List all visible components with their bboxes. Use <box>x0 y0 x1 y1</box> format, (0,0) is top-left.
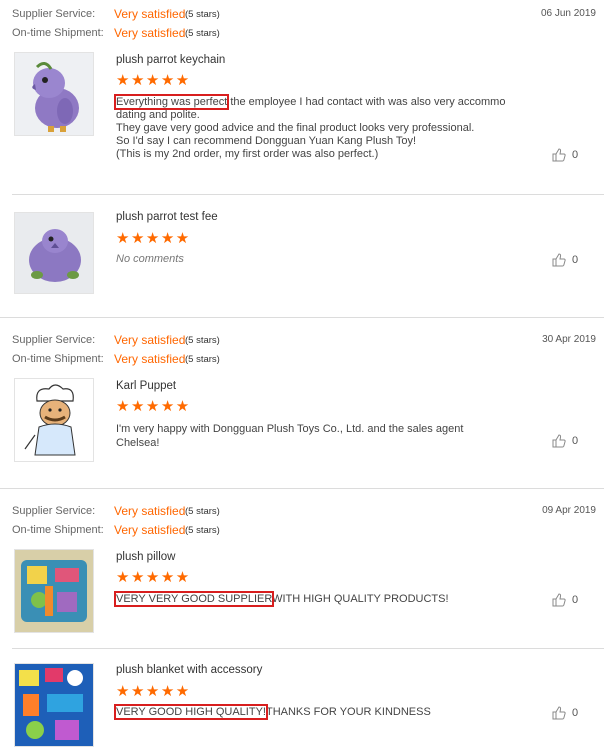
supplier-service-label: Supplier Service: <box>12 334 96 346</box>
like-button[interactable]: 0 <box>552 593 578 607</box>
product-thumbnail-parrot-test-fee[interactable] <box>14 212 94 294</box>
product-thumbnail-plush-blanket[interactable] <box>14 663 94 747</box>
supplier-service-stars: (5 stars) <box>185 506 220 517</box>
star-rating: ★★★★★ <box>116 72 191 89</box>
star-rating: ★★★★★ <box>116 230 191 247</box>
like-button[interactable]: 0 <box>552 148 578 162</box>
on-time-shipment-label: On-time Shipment: <box>12 353 104 365</box>
review-text: Everything was perfect the employee I ha… <box>113 94 506 160</box>
thumbs-up-icon <box>552 706 566 720</box>
supplier-service-value: Very satisfied <box>114 7 186 21</box>
divider <box>12 648 604 649</box>
star-rating: ★★★★★ <box>116 683 191 700</box>
supplier-service-value: Very satisfied <box>114 504 186 518</box>
review-date: 30 Apr 2019 <box>542 334 596 345</box>
plush-pillow-image <box>15 550 93 632</box>
review-text: VERY GOOD HIGH QUALITY!THANKS FOR YOUR K… <box>114 704 431 720</box>
group-divider <box>0 488 604 489</box>
like-count: 0 <box>572 707 579 719</box>
highlighted-phrase: VERY GOOD HIGH QUALITY! <box>114 704 268 720</box>
on-time-shipment-label: On-time Shipment: <box>12 27 104 39</box>
supplier-service-label: Supplier Service: <box>12 8 96 20</box>
like-button[interactable]: 0 <box>552 434 578 448</box>
no-comments-text: No comments <box>116 253 184 265</box>
product-name[interactable]: plush parrot keychain <box>116 54 225 66</box>
thumbs-up-icon <box>552 253 566 267</box>
product-name[interactable]: plush blanket with accessory <box>116 664 262 676</box>
highlighted-phrase: VERY VERY GOOD SUPPLIER <box>113 591 275 607</box>
review-text: I'm very happy with Dongguan Plush Toys … <box>116 423 464 449</box>
review-text: VERY VERY GOOD SUPPLIERWITH HIGH QUALITY… <box>113 591 449 607</box>
review-date: 06 Jun 2019 <box>540 8 596 19</box>
group-divider <box>0 317 604 318</box>
review-date: 09 Apr 2019 <box>542 505 596 516</box>
like-button[interactable]: 0 <box>552 253 578 267</box>
on-time-shipment-stars: (5 stars) <box>185 28 220 39</box>
thumbs-up-icon <box>552 148 566 162</box>
supplier-service-value: Very satisfied <box>114 333 186 347</box>
on-time-shipment-stars: (5 stars) <box>185 354 220 365</box>
on-time-shipment-stars: (5 stars) <box>185 525 220 536</box>
plush-parrot-image <box>15 53 93 135</box>
thumbs-up-icon <box>552 593 566 607</box>
thumbs-up-icon <box>552 434 566 448</box>
chef-puppet-image <box>15 379 93 461</box>
like-count: 0 <box>572 149 579 161</box>
product-name[interactable]: Karl Puppet <box>116 380 176 392</box>
on-time-shipment-label: On-time Shipment: <box>12 524 104 536</box>
like-button[interactable]: 0 <box>552 706 578 720</box>
like-count: 0 <box>572 435 579 447</box>
product-name[interactable]: plush pillow <box>116 551 175 563</box>
supplier-service-label: Supplier Service: <box>12 505 96 517</box>
plush-parrot-image <box>15 213 93 293</box>
star-rating: ★★★★★ <box>116 569 191 586</box>
plush-blanket-image <box>15 664 93 746</box>
highlighted-phrase: Everything was perfect <box>113 94 230 110</box>
supplier-service-stars: (5 stars) <box>185 335 220 346</box>
like-count: 0 <box>572 254 579 266</box>
product-name[interactable]: plush parrot test fee <box>116 211 218 223</box>
product-thumbnail-parrot-keychain[interactable] <box>14 52 94 136</box>
divider <box>12 194 604 195</box>
like-count: 0 <box>572 594 579 606</box>
product-thumbnail-karl-puppet[interactable] <box>14 378 94 462</box>
on-time-shipment-value: Very satisfied <box>114 523 186 537</box>
supplier-service-stars: (5 stars) <box>185 9 220 20</box>
on-time-shipment-value: Very satisfied <box>114 26 186 40</box>
on-time-shipment-value: Very satisfied <box>114 352 186 366</box>
star-rating: ★★★★★ <box>116 398 191 415</box>
product-thumbnail-plush-pillow[interactable] <box>14 549 94 633</box>
